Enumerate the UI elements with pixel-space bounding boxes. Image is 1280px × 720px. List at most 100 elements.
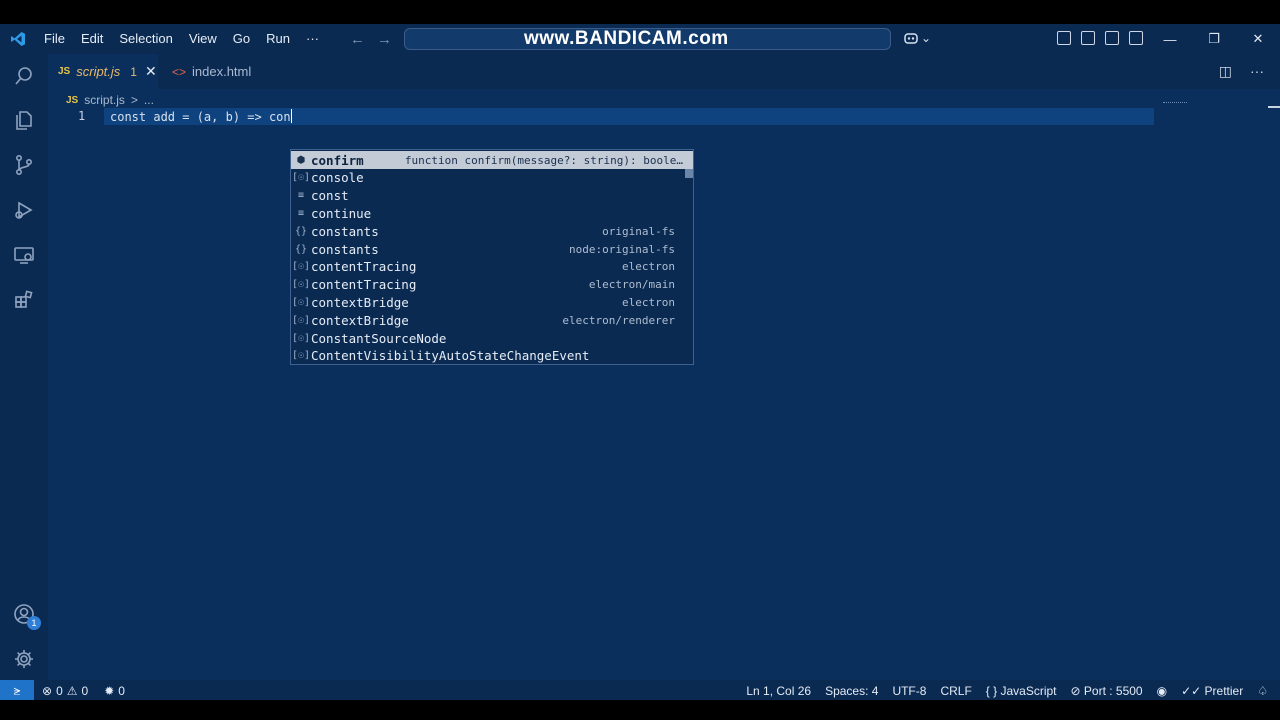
- suggestion-item[interactable]: {} constants original-fs: [291, 222, 685, 240]
- live-server-port[interactable]: ⊘ Port : 5500: [1071, 684, 1143, 698]
- suggestion-label: ContentVisibilityAutoStateChangeEvent: [311, 348, 590, 364]
- suggestion-detail: original-fs: [602, 224, 675, 238]
- warning-count: 0: [81, 684, 89, 698]
- formatter-label: Prettier: [1204, 684, 1244, 698]
- autocomplete-suggestions: ⬢ confirm function confirm(message?: strin…: [290, 149, 694, 365]
- suggestion-detail: electron/renderer: [562, 313, 675, 327]
- suggest-scrollbar[interactable]: [685, 168, 693, 178]
- suggestion-label: constants: [311, 241, 379, 257]
- braces-icon: { }: [985, 684, 1001, 698]
- search-icon[interactable]: [0, 54, 48, 98]
- suggestion-item[interactable]: {} constants node:original-fs: [291, 240, 685, 258]
- tab-index-html[interactable]: <> index.html: [162, 54, 262, 89]
- ports-count: 0: [118, 684, 125, 698]
- suggestion-item[interactable]: [☉] contentTracing electron: [291, 258, 685, 276]
- suggestion-detail: electron: [622, 295, 675, 309]
- suggestion-detail: electron: [622, 260, 675, 274]
- menu-view[interactable]: View: [181, 24, 225, 54]
- more-actions-icon[interactable]: ···: [1250, 63, 1264, 80]
- suggestion-label: const: [311, 188, 349, 204]
- video-letterbox-top: [0, 0, 1280, 24]
- source-control-icon[interactable]: [0, 143, 48, 187]
- close-tab-icon[interactable]: ✕: [145, 63, 157, 80]
- suggestion-item[interactable]: [☉] contextBridge electron/renderer: [291, 311, 685, 329]
- no-entry-icon: ⊘: [1070, 684, 1084, 698]
- variable-icon: [☉]: [291, 279, 311, 291]
- html-file-icon: <>: [172, 64, 187, 79]
- variable-icon: [☉]: [291, 172, 311, 184]
- status-bar: ⪭ ⊗ 0 ⚠ 0 ✹ 0 Ln 1, Col 26 Spaces: 4 UTF…: [0, 680, 1280, 702]
- suggestion-item[interactable]: ≡ continue: [291, 204, 685, 222]
- breadcrumb-file[interactable]: script.js: [84, 93, 125, 107]
- port-label: Port : 5500: [1083, 684, 1143, 698]
- layout-controls: [1057, 31, 1143, 45]
- menu-more[interactable]: ···: [298, 24, 327, 54]
- error-icon: ⊗: [42, 684, 53, 698]
- suggestion-item[interactable]: [☉] contextBridge electron: [291, 293, 685, 311]
- variable-icon: [☉]: [291, 332, 311, 344]
- indentation[interactable]: Spaces: 4: [825, 684, 878, 698]
- tab-script-js[interactable]: JS script.js 1 ✕: [48, 54, 158, 89]
- remote-explorer-icon[interactable]: [0, 233, 48, 277]
- suggestion-label: contextBridge: [311, 294, 409, 310]
- code-line[interactable]: const add = (a, b) => con: [110, 109, 292, 124]
- editor-tabs: JS script.js 1 ✕ <> index.html ◫ ···: [48, 54, 1280, 89]
- suggestion-item[interactable]: [☉] ConstantSourceNode: [291, 329, 685, 347]
- breadcrumb-separator: >: [130, 93, 138, 107]
- forward-arrow-icon[interactable]: →: [377, 31, 392, 48]
- split-editor-icon[interactable]: ◫: [1219, 63, 1232, 80]
- copilot-status-icon[interactable]: ◉: [1157, 684, 1167, 698]
- toggle-secondary-sidebar-icon[interactable]: [1129, 31, 1143, 45]
- cursor-position[interactable]: Ln 1, Col 26: [746, 684, 811, 698]
- module-icon: {}: [294, 243, 308, 255]
- suggestion-item[interactable]: ⬢ confirm function confirm(message?: strin…: [291, 151, 693, 169]
- copilot-icon: [904, 33, 918, 44]
- accounts-icon[interactable]: 1: [0, 592, 48, 636]
- problems-status[interactable]: ⊗ 0 ⚠ 0 ✹ 0: [42, 684, 125, 698]
- explorer-files-icon[interactable]: [0, 98, 48, 142]
- toggle-primary-sidebar-icon[interactable]: [1081, 31, 1095, 45]
- menu-edit[interactable]: Edit: [73, 24, 111, 54]
- run-debug-icon[interactable]: [0, 188, 48, 232]
- notifications-bell-icon[interactable]: ♤: [1257, 684, 1268, 698]
- method-icon: ⬢: [296, 154, 306, 166]
- code-text: const add = (a, b) => con: [110, 110, 291, 124]
- extensions-icon[interactable]: [0, 278, 48, 322]
- language-mode[interactable]: { } JavaScript: [986, 684, 1057, 698]
- menu-file[interactable]: File: [36, 24, 73, 54]
- warning-icon: ⚠: [66, 684, 78, 698]
- back-arrow-icon[interactable]: ←: [350, 31, 365, 48]
- file-encoding[interactable]: UTF-8: [892, 684, 926, 698]
- recorder-watermark: www.BANDICAM.com: [524, 28, 729, 49]
- minimap-indicator: [1163, 102, 1187, 104]
- toggle-panel-icon[interactable]: [1105, 31, 1119, 45]
- close-window-icon[interactable]: ✕: [1236, 24, 1280, 54]
- restore-icon[interactable]: ❐: [1192, 24, 1236, 54]
- activity-bar: 1: [0, 54, 48, 680]
- prettier-status[interactable]: ✓✓ Prettier: [1181, 684, 1243, 698]
- suggestion-item[interactable]: [☉] ContentVisibilityAutoStateChangeEvent: [291, 347, 685, 365]
- menu-run[interactable]: Run: [258, 24, 298, 54]
- suggestion-detail: function confirm(message?: string): bool…: [404, 153, 683, 167]
- suggestion-item[interactable]: ≡ const: [291, 187, 685, 205]
- settings-gear-icon[interactable]: [0, 637, 48, 681]
- error-count: 0: [56, 684, 63, 698]
- remote-indicator-icon[interactable]: ⪭: [0, 680, 34, 702]
- menu-go[interactable]: Go: [225, 24, 258, 54]
- navigation-arrows: ← →: [350, 24, 392, 54]
- copilot-menu[interactable]: ⌄: [903, 31, 931, 45]
- suggestion-item[interactable]: [☉] contentTracing electron/main: [291, 276, 685, 294]
- suggestion-item[interactable]: [☉] console: [291, 169, 685, 187]
- javascript-file-icon: JS: [66, 94, 79, 106]
- minimize-icon[interactable]: —: [1148, 24, 1192, 54]
- problems-count: 1: [130, 64, 137, 79]
- customize-layout-icon[interactable]: [1057, 31, 1071, 45]
- tab-label: script.js: [76, 64, 121, 79]
- menu-selection[interactable]: Selection: [111, 24, 180, 54]
- breadcrumb-symbol[interactable]: ...: [144, 93, 154, 107]
- suggestion-detail: node:original-fs: [569, 242, 675, 256]
- end-of-line[interactable]: CRLF: [940, 684, 971, 698]
- status-right: Ln 1, Col 26 Spaces: 4 UTF-8 CRLF { } Ja…: [746, 680, 1268, 702]
- suggestion-label: ConstantSourceNode: [311, 330, 447, 346]
- variable-icon: [☉]: [291, 296, 311, 308]
